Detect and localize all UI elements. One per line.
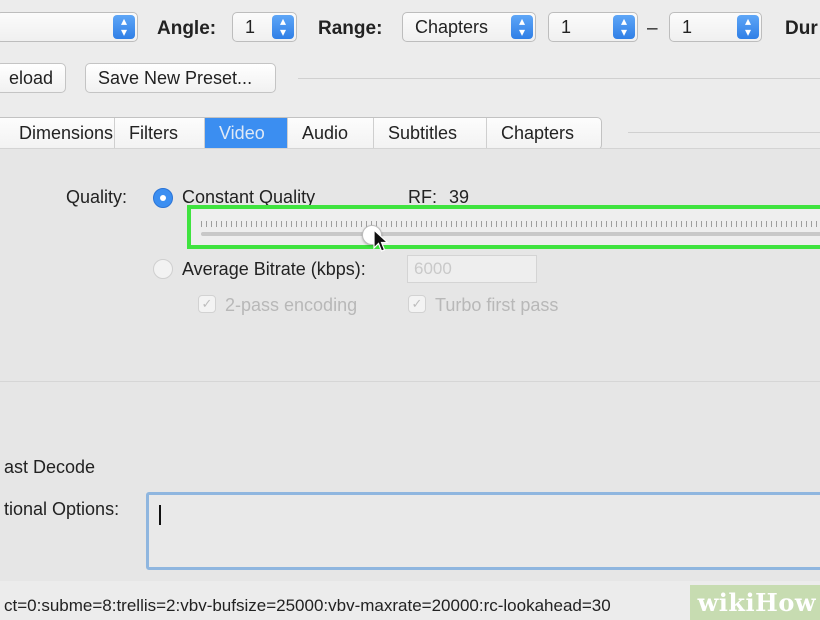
handbrake-window: ▴ ▾ Angle: 1 ▴ ▾ Range: Chapters ▴ ▾ 1 ▴ ▾ –…	[0, 0, 820, 620]
quality-slider[interactable]	[201, 232, 820, 236]
two-pass-label: 2-pass encoding	[225, 295, 358, 315]
range-type-popup[interactable]: Chapters ▴ ▾	[402, 12, 536, 42]
title-popup[interactable]: ▴ ▾	[0, 12, 138, 42]
save-new-preset-button[interactable]: Save New Preset...	[85, 63, 276, 93]
range-separator: –	[647, 18, 658, 39]
additional-options-field[interactable]	[146, 492, 820, 570]
tab-separator	[628, 132, 820, 133]
source-toolbar: ▴ ▾ Angle: 1 ▴ ▾ Range: Chapters ▴ ▾ 1 ▴ ▾ –…	[0, 0, 820, 52]
bitrate-field[interactable]: 6000	[407, 255, 537, 283]
duration-label: Dur	[785, 18, 818, 39]
average-bitrate-radio[interactable]	[153, 259, 173, 279]
tab-video[interactable]: Video	[205, 118, 288, 149]
angle-popup[interactable]: 1 ▴ ▾	[232, 12, 297, 42]
range-end-value: 1	[682, 17, 693, 37]
range-end-stepper-icon[interactable]: ▴ ▾	[737, 15, 759, 39]
tab-audio[interactable]: Audio	[288, 118, 374, 149]
range-label: Range:	[318, 18, 383, 39]
turbo-first-pass-label: Turbo first pass	[435, 295, 559, 315]
quality-slider-highlight	[187, 205, 820, 249]
section-divider	[0, 381, 820, 382]
tab-subtitles[interactable]: Subtitles	[374, 118, 487, 149]
advanced-options-string: ct=0:subme=8:trellis=2:vbv-bufsize=25000…	[4, 596, 611, 615]
range-start-popup[interactable]: 1 ▴ ▾	[548, 12, 638, 42]
tab-filters[interactable]: Filters	[115, 118, 205, 149]
average-bitrate-label: Average Bitrate (kbps):	[182, 259, 366, 279]
quality-slider-ticks	[201, 221, 820, 227]
turbo-first-pass-checkbox[interactable]: ✓	[408, 295, 426, 313]
quality-label: Quality:	[66, 187, 128, 207]
angle-label: Angle:	[157, 18, 217, 39]
text-caret	[159, 505, 161, 525]
fast-decode-label[interactable]: ast Decode	[4, 457, 95, 478]
range-type-value: Chapters	[415, 17, 489, 37]
range-start-value: 1	[561, 17, 572, 37]
constant-quality-radio[interactable]	[153, 188, 173, 208]
tab-chapters[interactable]: Chapters	[487, 118, 601, 149]
range-type-stepper-icon[interactable]: ▴ ▾	[511, 15, 533, 39]
additional-options-label: tional Options:	[4, 499, 120, 519]
wikihow-watermark: wikiHow	[689, 585, 820, 620]
range-start-stepper-icon[interactable]: ▴ ▾	[613, 15, 635, 39]
reload-preset-button[interactable]: eload	[0, 63, 67, 93]
title-stepper-icon[interactable]: ▴ ▾	[113, 15, 135, 39]
tab-dimensions[interactable]: Dimensions	[0, 118, 115, 149]
settings-tabbar: Dimensions Filters Video Audio Subtitles…	[0, 117, 602, 150]
mouse-cursor-icon	[373, 229, 389, 252]
angle-value: 1	[245, 17, 256, 37]
angle-stepper-icon[interactable]: ▴ ▾	[272, 15, 294, 39]
range-end-popup[interactable]: 1 ▴ ▾	[669, 12, 762, 42]
preset-separator	[298, 78, 820, 79]
two-pass-checkbox[interactable]: ✓	[198, 295, 216, 313]
